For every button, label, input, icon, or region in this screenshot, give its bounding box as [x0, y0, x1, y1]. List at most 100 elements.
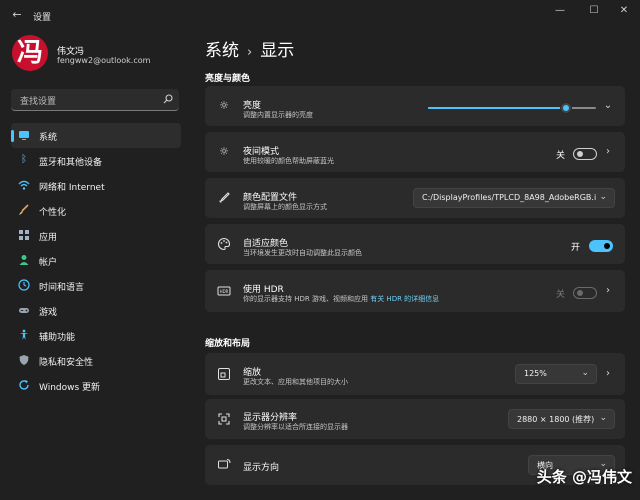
sidebar-item-gaming[interactable]: 游戏: [11, 298, 181, 323]
shield-icon: [18, 354, 30, 366]
sidebar-item-label: 时间和语言: [39, 280, 84, 293]
chevron-down-icon[interactable]: ⌄: [603, 100, 613, 111]
scale-select[interactable]: 125% ⌄: [515, 364, 597, 384]
monitor-icon: [18, 129, 30, 141]
search-input[interactable]: 查找设置: [11, 89, 179, 111]
title-bar: ← 设置 — ☐ ✕: [0, 0, 640, 30]
person-icon: [18, 254, 30, 266]
orientation-icon: [217, 458, 231, 472]
sidebar-item-label: 帐户: [39, 255, 57, 268]
card-subtitle: 使用较暖的颜色帮助屏蔽蓝光: [243, 156, 334, 166]
chevron-right-icon[interactable]: ›: [603, 285, 613, 296]
user-email: fengww2@outlook.com: [57, 56, 150, 65]
sidebar-item-label: 蓝牙和其他设备: [39, 155, 102, 168]
sidebar-item-label: 隐私和安全性: [39, 355, 93, 368]
sidebar-item-apps[interactable]: 应用: [11, 223, 181, 248]
sidebar-nav: 系统 ᛒ 蓝牙和其他设备 网络和 Internet 个性化 应用 帐户 时间和语…: [11, 123, 181, 398]
card-subtitle: 你的显示器支持 HDR 游戏、视频和应用 有关 HDR 的详细信息: [243, 294, 439, 304]
adaptive-color-toggle[interactable]: [589, 240, 613, 252]
toggle-state-label: 关: [556, 148, 565, 161]
hdr-toggle[interactable]: [573, 287, 597, 299]
sidebar-item-bluetooth[interactable]: ᛒ 蓝牙和其他设备: [11, 148, 181, 173]
active-indicator: [11, 130, 14, 142]
avatar-seal-char: 冯: [12, 35, 48, 71]
chevron-down-icon: ⌄: [599, 413, 607, 423]
sidebar-item-label: Windows 更新: [39, 380, 100, 393]
color-profile-select[interactable]: C:/DisplayProfiles/TPLCD_8A98_AdobeRGB.i…: [413, 188, 615, 208]
chevron-right-icon[interactable]: ›: [603, 146, 613, 157]
sidebar-item-windows-update[interactable]: Windows 更新: [11, 373, 181, 398]
sidebar-item-network[interactable]: 网络和 Internet: [11, 173, 181, 198]
sun-icon: ☼: [217, 145, 231, 159]
select-value: 2880 × 1800 (推荐): [517, 414, 594, 425]
chevron-down-icon: ⌄: [599, 192, 607, 202]
bluetooth-icon: ᛒ: [18, 154, 30, 166]
gamepad-icon: [18, 304, 30, 316]
slider-fill: [428, 107, 566, 109]
brush-icon: [18, 204, 30, 216]
resolution-icon: [217, 412, 231, 426]
sidebar-item-label: 系统: [39, 130, 57, 143]
window-title: 设置: [33, 10, 51, 23]
card-color-profile[interactable]: 颜色配置文件 调整屏幕上的颜色显示方式 C:/DisplayProfiles/T…: [205, 178, 625, 218]
toggle-state-label: 开: [571, 240, 580, 253]
resolution-select[interactable]: 2880 × 1800 (推荐) ⌄: [508, 409, 615, 429]
page-title: 显示: [260, 41, 294, 61]
card-title: 显示方向: [243, 460, 279, 473]
card-subtitle: 调整屏幕上的颜色显示方式: [243, 202, 327, 212]
card-resolution[interactable]: 显示器分辨率 调整分辨率以适合所连接的显示器 2880 × 1800 (推荐) …: [205, 399, 625, 439]
globe-clock-icon: [18, 279, 30, 291]
sidebar-item-label: 游戏: [39, 305, 57, 318]
sidebar-item-label: 辅助功能: [39, 330, 75, 343]
eyedropper-icon: [217, 191, 231, 205]
slider-thumb[interactable]: [560, 102, 572, 114]
chevron-right-icon[interactable]: ›: [603, 368, 613, 379]
watermark: 头条 @冯伟文: [537, 466, 632, 487]
card-adaptive-color[interactable]: 自适应颜色 当环境发生更改时自动调整此显示颜色 开: [205, 224, 625, 264]
card-night-light[interactable]: ☼ 夜间模式 使用较暖的颜色帮助屏蔽蓝光 关 ›: [205, 132, 625, 172]
card-hdr[interactable]: HDR 使用 HDR 你的显示器支持 HDR 游戏、视频和应用 有关 HDR 的…: [205, 270, 625, 312]
card-subtitle: 更改文本、应用和其他项目的大小: [243, 377, 348, 387]
sidebar-item-label: 应用: [39, 230, 57, 243]
sidebar-item-privacy[interactable]: 隐私和安全性: [11, 348, 181, 373]
minimize-icon[interactable]: —: [548, 4, 572, 18]
sidebar-item-label: 网络和 Internet: [39, 180, 105, 193]
sidebar-item-accessibility[interactable]: 辅助功能: [11, 323, 181, 348]
close-icon[interactable]: ✕: [612, 4, 636, 18]
search-icon[interactable]: [163, 94, 173, 104]
hdr-info-link[interactable]: 有关 HDR 的详细信息: [370, 295, 439, 303]
palette-icon: [217, 237, 231, 251]
card-scale[interactable]: 缩放 更改文本、应用和其他项目的大小 125% ⌄ ›: [205, 353, 625, 395]
apps-icon: [18, 229, 30, 241]
search-placeholder: 查找设置: [20, 94, 56, 107]
sidebar-item-system[interactable]: 系统: [11, 123, 181, 148]
chevron-down-icon: ⌄: [581, 368, 589, 378]
back-button[interactable]: ←: [10, 8, 24, 22]
card-subtitle: 当环境发生更改时自动调整此显示颜色: [243, 248, 362, 258]
accessibility-icon: [18, 329, 30, 341]
select-value: 125%: [524, 369, 547, 378]
card-subtitle: 调整内置显示器的亮度: [243, 110, 313, 120]
svg-text:HDR: HDR: [220, 289, 229, 294]
scale-icon: [217, 367, 231, 381]
brightness-slider[interactable]: [428, 107, 596, 109]
sidebar-item-label: 个性化: [39, 205, 66, 218]
toggle-state-label: 关: [556, 287, 565, 300]
card-brightness[interactable]: ☼ 亮度 调整内置显示器的亮度 ⌄: [205, 86, 625, 126]
section-brightness-color: 亮度与颜色: [205, 71, 250, 84]
sun-icon: ☼: [217, 99, 231, 113]
sidebar-item-time-language[interactable]: 时间和语言: [11, 273, 181, 298]
chevron-right-icon: ›: [239, 45, 260, 60]
section-scale-layout: 缩放和布局: [205, 336, 250, 349]
card-subtitle: 调整分辨率以适合所连接的显示器: [243, 422, 348, 432]
sidebar-item-accounts[interactable]: 帐户: [11, 248, 181, 273]
breadcrumb: 系统›显示: [205, 36, 294, 61]
sidebar-item-personalization[interactable]: 个性化: [11, 198, 181, 223]
night-light-toggle[interactable]: [573, 148, 597, 160]
maximize-icon[interactable]: ☐: [582, 4, 606, 18]
wifi-icon: [18, 179, 30, 191]
hdr-description: 你的显示器支持 HDR 游戏、视频和应用: [243, 295, 368, 303]
avatar[interactable]: 冯: [12, 35, 48, 71]
breadcrumb-parent[interactable]: 系统: [205, 41, 239, 61]
select-value: C:/DisplayProfiles/TPLCD_8A98_AdobeRGB.i: [422, 193, 596, 202]
